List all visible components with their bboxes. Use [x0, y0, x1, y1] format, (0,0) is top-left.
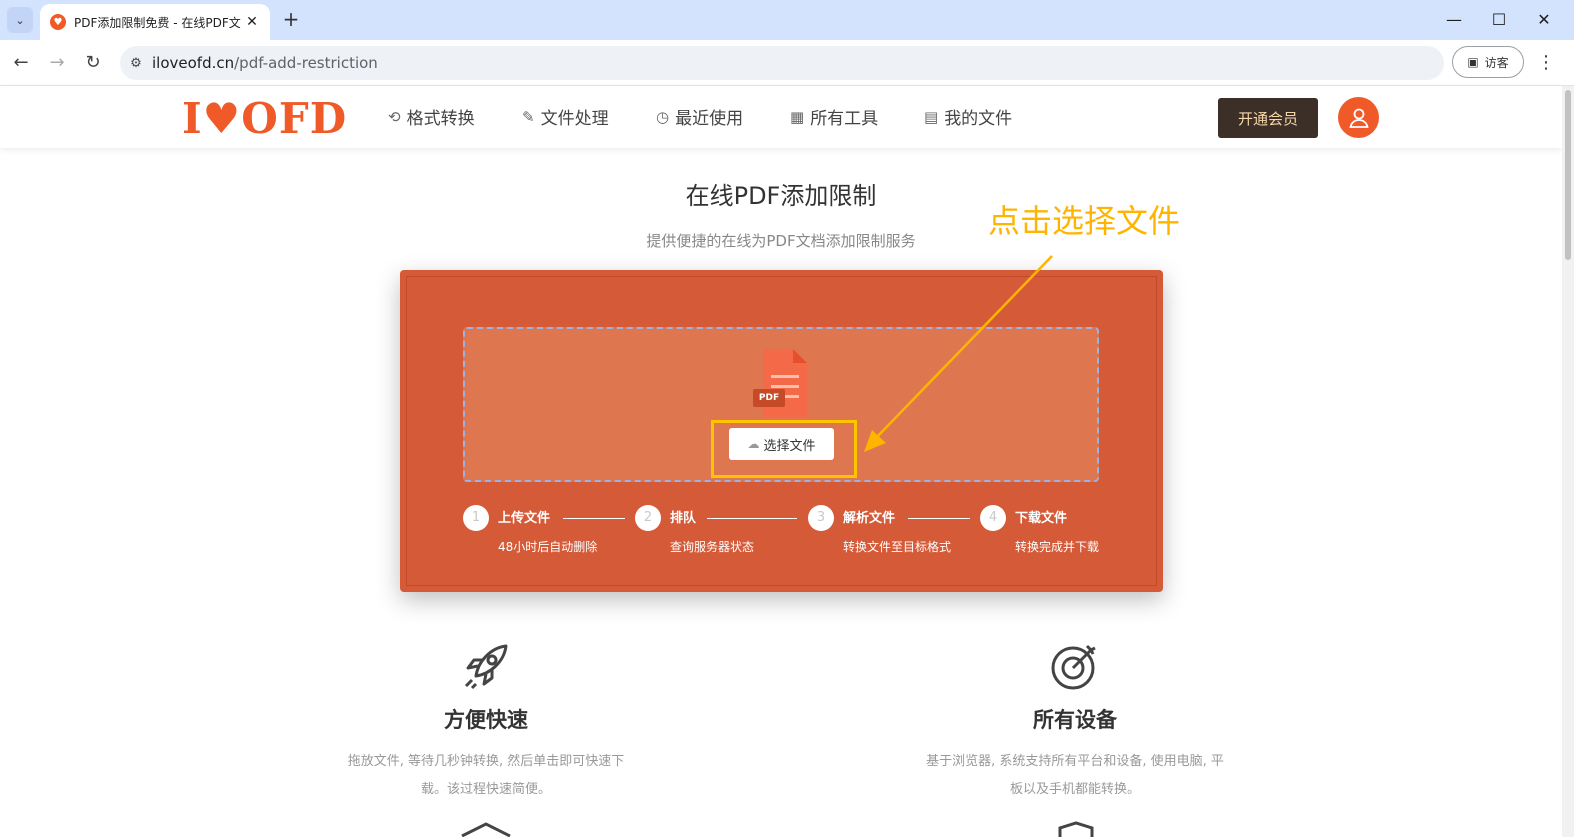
shield-icon-partial: [1058, 821, 1094, 837]
feature-desc: 拖放文件, 等待几秒钟转换, 然后单击即可快速下 载。该过程快速简便。: [347, 754, 625, 797]
feature-all-devices: 所有设备 基于浏览器, 系统支持所有平台和设备, 使用电脑, 平 板以及手机都能…: [908, 640, 1242, 804]
rocket-icon: [464, 644, 508, 690]
annotation-arrow: [864, 255, 1053, 452]
feature-desc: 基于浏览器, 系统支持所有平台和设备, 使用电脑, 平 板以及手机都能转换。: [926, 754, 1224, 797]
feature-icon-partial: [461, 822, 511, 837]
target-icon: [1051, 644, 1096, 690]
feature-title: 所有设备: [1033, 708, 1117, 732]
feature-fast: 方便快速 拖放文件, 等待几秒钟转换, 然后单击即可快速下 载。该过程快速简便。: [330, 640, 642, 804]
feature-title: 方便快速: [444, 708, 528, 732]
